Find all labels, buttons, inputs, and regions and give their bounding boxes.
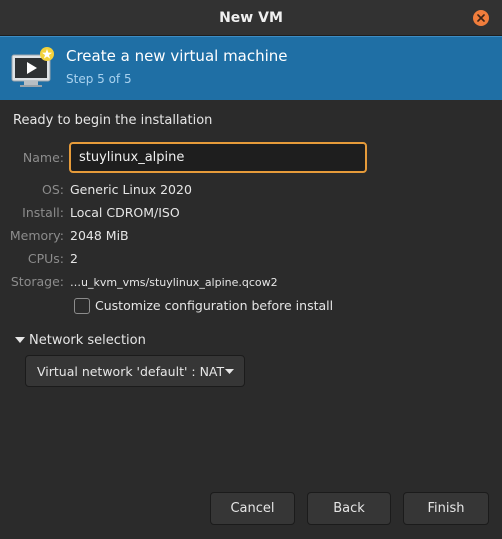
storage-label: Storage: bbox=[10, 274, 64, 289]
os-label: OS: bbox=[42, 182, 64, 197]
network-select[interactable]: Virtual network 'default' : NAT bbox=[25, 355, 245, 387]
network-select-value: Virtual network 'default' : NAT bbox=[37, 364, 225, 379]
install-value: Local CDROM/ISO bbox=[70, 205, 180, 220]
vm-monitor-icon bbox=[10, 45, 56, 93]
window-title: New VM bbox=[219, 10, 283, 26]
wizard-title: Create a new virtual machine bbox=[66, 47, 288, 65]
name-field[interactable]: stuylinux_alpine bbox=[69, 142, 367, 173]
name-label: Name: bbox=[22, 150, 64, 165]
expander-arrow-icon bbox=[15, 337, 25, 343]
wizard-header: Create a new virtual machine Step 5 of 5 bbox=[0, 36, 502, 100]
close-icon[interactable] bbox=[473, 10, 489, 26]
memory-label: Memory: bbox=[9, 228, 64, 243]
network-selection-label[interactable]: Network selection bbox=[29, 333, 146, 348]
finish-button[interactable]: Finish bbox=[403, 492, 489, 525]
customize-checkbox[interactable] bbox=[74, 298, 90, 314]
name-field-value: stuylinux_alpine bbox=[79, 150, 185, 165]
install-label: Install: bbox=[22, 205, 64, 220]
title-bar: New VM bbox=[0, 0, 502, 36]
customize-checkbox-label[interactable]: Customize configuration before install bbox=[95, 298, 333, 313]
cpus-label: CPUs: bbox=[27, 251, 64, 266]
wizard-step: Step 5 of 5 bbox=[66, 72, 132, 86]
memory-value: 2048 MiB bbox=[70, 228, 129, 243]
cpus-value: 2 bbox=[70, 251, 78, 266]
ready-heading: Ready to begin the installation bbox=[13, 113, 213, 128]
os-value: Generic Linux 2020 bbox=[70, 182, 192, 197]
back-button[interactable]: Back bbox=[307, 492, 391, 525]
chevron-down-icon bbox=[225, 369, 234, 374]
storage-value: …u_kvm_vms/stuylinux_alpine.qcow2 bbox=[70, 276, 278, 289]
cancel-button[interactable]: Cancel bbox=[210, 492, 295, 525]
